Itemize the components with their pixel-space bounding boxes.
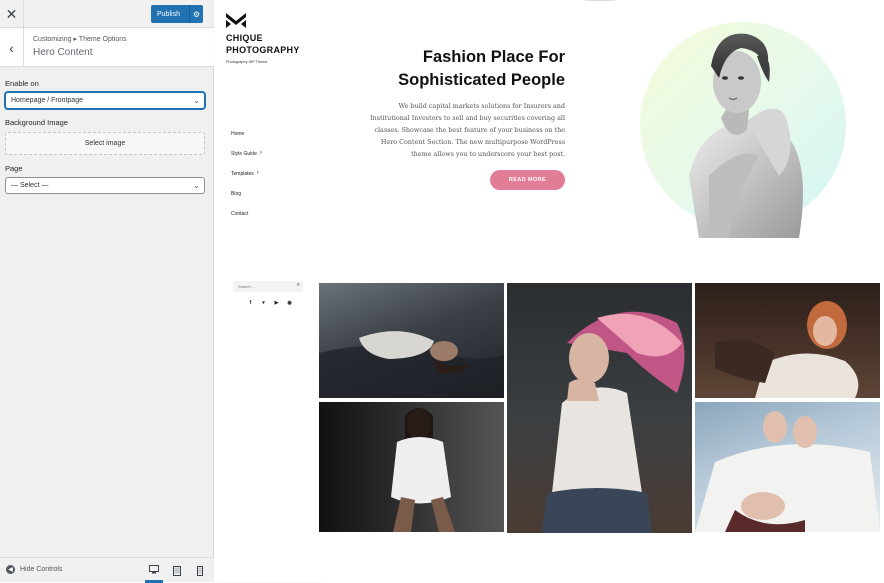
page-label: Page [5,164,23,173]
collapse-icon: ◀ [6,565,15,574]
desktop-preview-button[interactable] [145,558,163,583]
nav-item-label: Home [231,131,245,137]
nav-item-label: Templates [231,171,254,177]
hero-title: Fashion Place For Sophisticated People [398,48,565,89]
section-title: Hero Content [33,47,93,58]
hero-photo [669,26,819,238]
nav-item-style-guide[interactable]: Style Guide › [231,150,262,171]
back-arrow-icon[interactable]: ‹ [0,28,24,67]
select-image-button[interactable]: Select image [5,132,205,155]
mobile-preview-button[interactable] [191,558,209,583]
gallery-image[interactable] [695,283,880,398]
chevron-down-icon: ⌄ [193,96,200,105]
search-icon[interactable]: ⌕ [297,282,300,289]
chevron-right-icon: › [259,150,262,156]
logo-icon[interactable] [226,13,246,29]
search-placeholder: Search ... [238,284,256,289]
nav-item-blog[interactable]: Blog [231,191,262,211]
mobile-icon [197,565,203,576]
gallery-image[interactable] [507,283,692,533]
site-sidebar: CHIQUE PHOTOGRAPHY Photography WP Theme … [214,0,319,582]
divider [585,0,615,1]
social-links: f ▾ ▶ ◉ [248,300,292,306]
gallery-image[interactable] [319,283,504,398]
twitter-icon[interactable]: ▾ [261,300,266,306]
enable-on-label: Enable on [5,79,39,88]
gear-icon[interactable]: ⚙ [189,5,203,23]
site-tagline: Photography WP Theme [226,60,268,64]
nav-item-home[interactable]: Home [231,131,262,151]
desktop-icon [149,564,159,573]
nav-item-label: Blog [231,191,242,197]
nav-item-templates[interactable]: Templates › [231,170,262,191]
breadcrumb: Customizing ▸ Theme Options [33,36,127,43]
enable-on-value: Homepage / Frontpage [11,97,83,104]
site-main: Fashion Place For Sophisticated People W… [319,0,884,582]
chevron-right-icon: › [256,170,259,176]
facebook-icon[interactable]: f [248,300,253,306]
main-navigation: Home Style Guide › Templates › Blog Cont… [231,131,262,231]
page-value: — Select — [11,182,49,189]
nav-item-label: Style Guide [231,151,257,157]
close-icon[interactable]: ✕ [0,0,24,28]
enable-on-select[interactable]: Homepage / Frontpage ⌄ [5,92,205,109]
gallery-image[interactable] [319,402,504,532]
hide-controls-button[interactable]: ◀ Hide Controls [6,565,62,574]
gallery-image[interactable] [695,402,880,532]
search-input[interactable]: Search ... ⌕ [233,281,303,292]
customizer-footer: ◀ Hide Controls [0,557,214,583]
tablet-preview-button[interactable] [168,558,186,583]
dribbble-icon[interactable]: ◉ [287,300,292,306]
customizer-panel: ✕ Publish ⚙ ‹ Customizing ▸ Theme Option… [0,0,214,583]
hide-controls-label: Hide Controls [20,566,63,573]
nav-item-label: Contact [231,211,249,217]
section-header: ‹ Customizing ▸ Theme Options Hero Conte… [0,28,214,67]
read-more-button[interactable]: READ MORE [490,170,565,190]
publish-button[interactable]: Publish ⚙ [151,5,203,23]
customizer-header: ✕ Publish ⚙ [0,0,214,28]
youtube-icon[interactable]: ▶ [274,300,279,306]
nav-item-contact[interactable]: Contact [231,211,262,231]
hero-text: We build capital markets solutions for I… [370,102,565,158]
page-select[interactable]: — Select — ⌄ [5,177,205,194]
publish-label: Publish [157,10,180,18]
chevron-down-icon: ⌄ [193,181,200,190]
site-title[interactable]: CHIQUE PHOTOGRAPHY [226,32,316,56]
background-image-label: Background Image [5,118,68,127]
tablet-icon [173,565,181,576]
